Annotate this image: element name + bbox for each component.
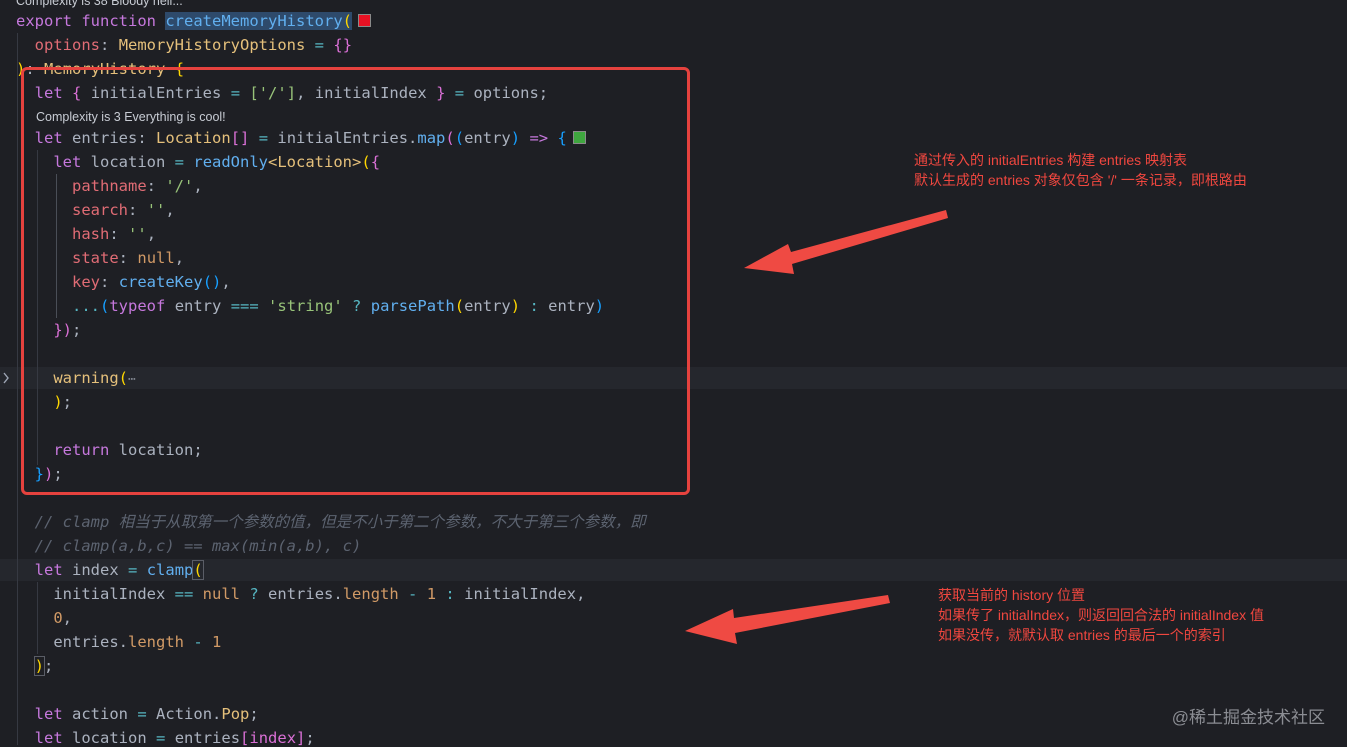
code-editor[interactable]: Complexity is 38 Bloody hell... export f… — [0, 0, 1347, 747]
arrow-entries — [744, 210, 948, 274]
annotation-index-note: 获取当前的 history 位置 如果传了 initialIndex，则返回回合法… — [938, 587, 1264, 643]
annotation-entries-note: 通过传入的 initialEntries 构建 entries 映射表 默认生成的… — [914, 152, 1247, 188]
arrow-index — [685, 595, 890, 644]
watermark: @稀土掘金技术社区 — [1171, 708, 1325, 727]
